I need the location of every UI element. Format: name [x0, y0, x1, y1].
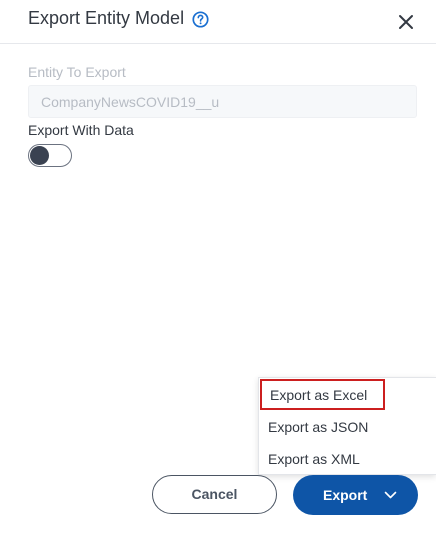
help-circle-icon[interactable] [192, 11, 209, 28]
entity-to-export-label: Entity To Export [28, 64, 126, 80]
menu-item-export-json[interactable]: Export as JSON [259, 411, 436, 443]
dialog-title: Export Entity Model [28, 8, 185, 28]
export-options-menu: Export as Excel Export as JSON Export as… [258, 377, 436, 475]
export-entity-model-dialog: Export Entity Model Entity To Export Exp… [0, 0, 436, 541]
menu-item-export-excel[interactable]: Export as Excel [260, 379, 385, 410]
toggle-knob [30, 146, 49, 165]
dialog-header: Export Entity Model [0, 0, 436, 44]
entity-to-export-input[interactable] [28, 85, 417, 118]
export-with-data-label: Export With Data [28, 122, 134, 138]
export-button[interactable]: Export [293, 475, 418, 515]
close-icon[interactable] [398, 14, 414, 30]
menu-item-export-xml[interactable]: Export as XML [259, 443, 436, 475]
chevron-down-icon [384, 491, 397, 499]
export-with-data-toggle[interactable] [28, 144, 72, 167]
cancel-button[interactable]: Cancel [152, 475, 277, 514]
export-button-label: Export [323, 487, 368, 503]
